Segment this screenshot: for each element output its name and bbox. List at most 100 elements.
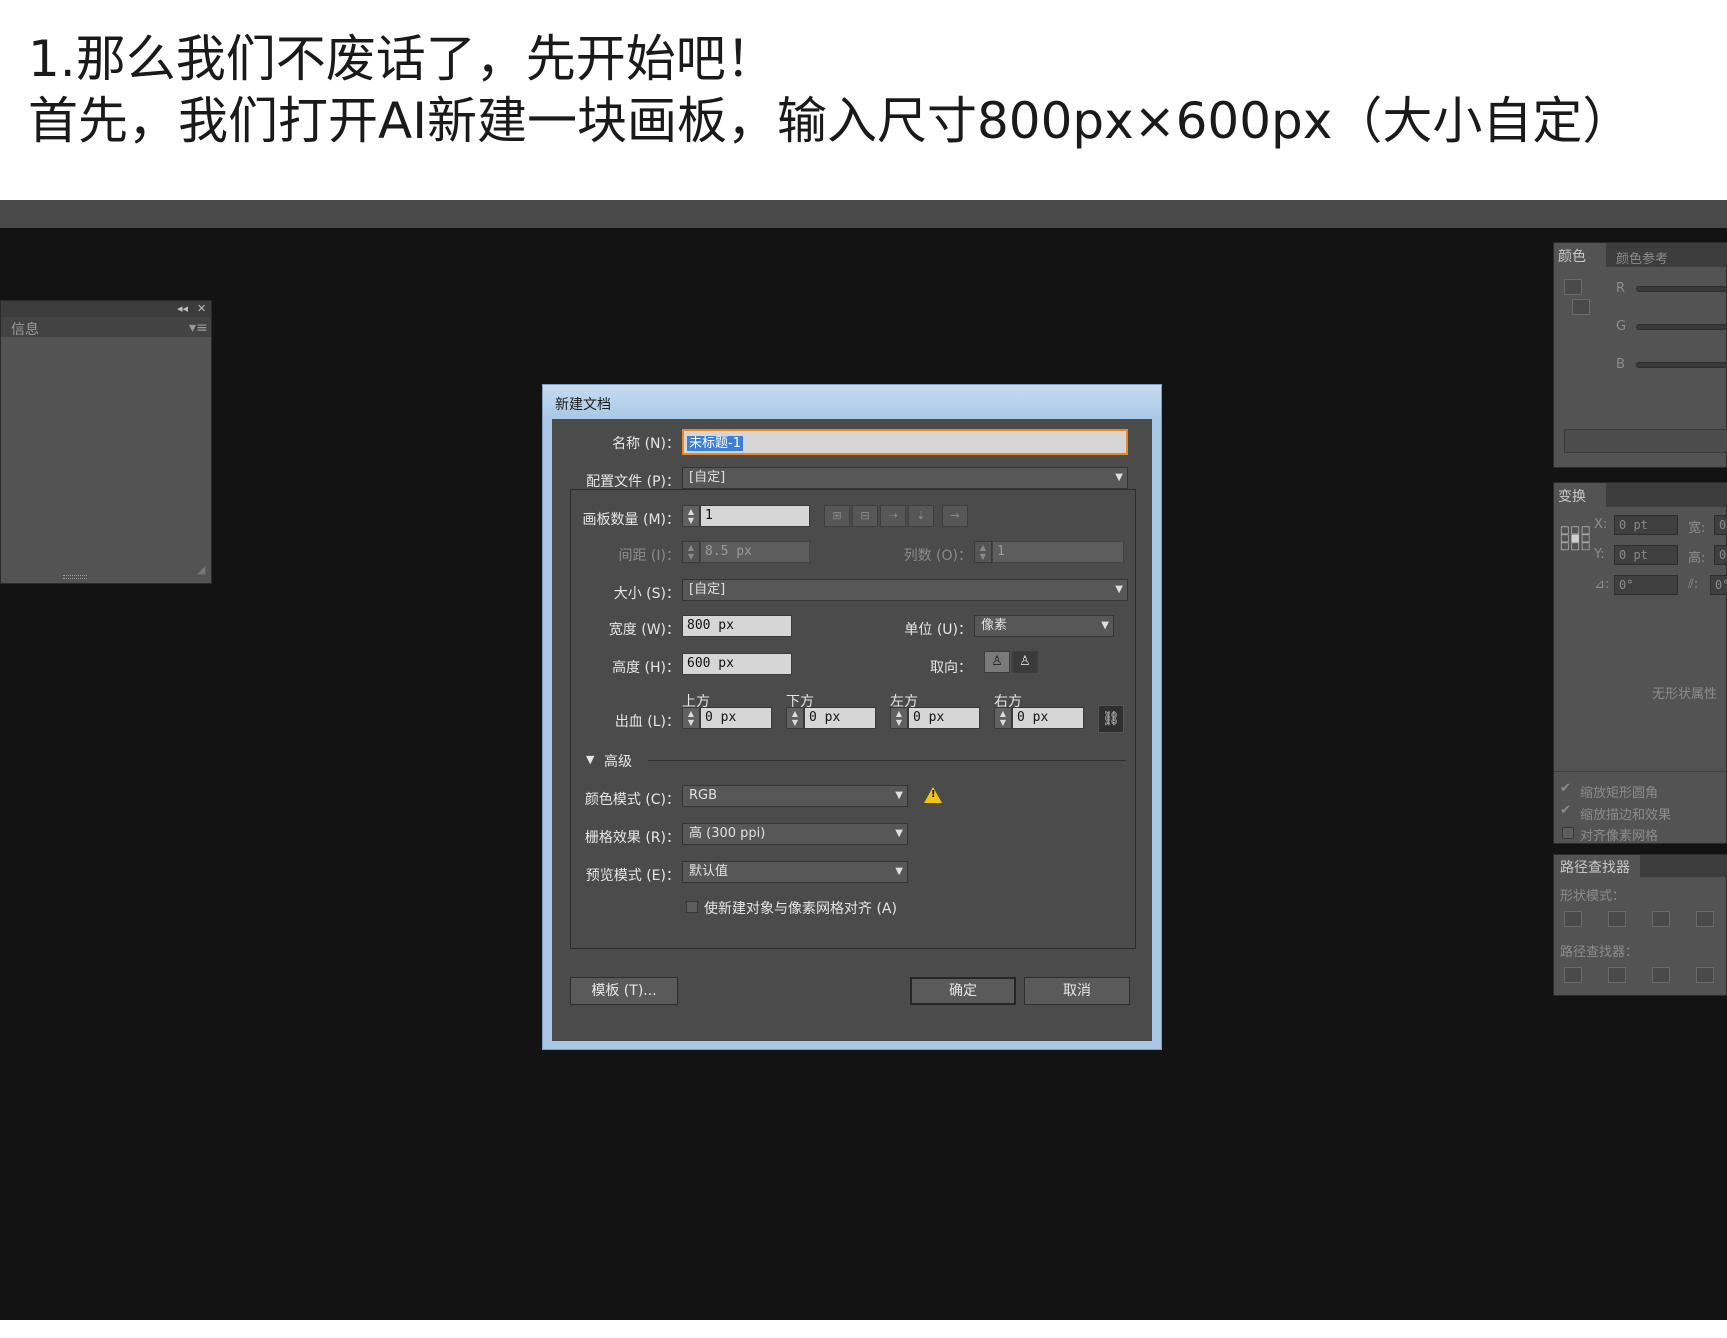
color-mode-dropdown[interactable]: RGB ▼ xyxy=(682,785,908,807)
name-label: 名称 (N)： xyxy=(612,436,680,452)
units-dropdown[interactable]: 像素 ▼ xyxy=(974,615,1114,637)
h-field[interactable]: 0 xyxy=(1714,545,1727,565)
transform-panel: 变换 □□□ □■□ □□□ X: 0 pt 宽: 0 Y: 0 pt 高: 0 ⊿… xyxy=(1553,482,1727,844)
columns-label: 列数 (O)： xyxy=(903,548,972,564)
tab-info-label: 信息 xyxy=(11,322,39,338)
w-field[interactable]: 0 xyxy=(1714,515,1727,535)
templates-button[interactable]: 模板 (T)... xyxy=(570,977,678,1005)
triangle-down-icon[interactable]: ▼ xyxy=(586,753,594,766)
warning-icon: ! xyxy=(924,787,942,803)
close-icon[interactable]: ✕ xyxy=(197,302,206,315)
artboards-field[interactable]: 1 xyxy=(700,505,810,527)
spacing-stepper[interactable]: ▲ ▼ xyxy=(682,541,700,563)
height-field[interactable]: 600 px xyxy=(682,653,792,675)
checkbox-align-pixel-grid[interactable] xyxy=(1562,827,1574,839)
reference-point-icon[interactable]: □□□ □■□ □□□ xyxy=(1560,526,1590,552)
tab-color[interactable]: 颜色 xyxy=(1554,243,1606,267)
bleed-label: 出血 (L)： xyxy=(614,714,680,730)
size-dropdown[interactable]: [自定] ▼ xyxy=(682,579,1128,601)
h-label: 高: xyxy=(1688,551,1706,566)
bleed-top-stepper[interactable]: ▲ ▼ xyxy=(682,707,700,729)
bleed-right-field[interactable]: 0 px xyxy=(1012,707,1084,729)
name-field[interactable]: 未标题-1 xyxy=(682,429,1128,455)
arrange-by-column-icon[interactable]: ⇣ xyxy=(908,505,934,527)
tab-info[interactable]: 信息 ▾≡ xyxy=(1,317,211,338)
merge-icon[interactable] xyxy=(1652,967,1670,983)
intersect-icon[interactable] xyxy=(1652,911,1670,927)
fill-stroke-icon[interactable] xyxy=(1564,279,1582,295)
rotate-field[interactable]: 0° xyxy=(1614,575,1678,595)
checkbox-scale-strokes[interactable]: ✔ xyxy=(1560,803,1571,818)
chevron-down-icon: ▼ xyxy=(895,828,903,839)
grid-by-row-icon[interactable]: ⊞ xyxy=(824,505,850,527)
stroke-swatch-icon[interactable] xyxy=(1572,299,1590,315)
new-document-dialog: 新建文档 名称 (N)： 未标题-1 配置文件 (P)： [自定] ▼ 画板数量… xyxy=(542,384,1162,1050)
orientation-label: 取向： xyxy=(930,660,972,676)
columns-field[interactable]: 1 xyxy=(992,541,1124,563)
panel-menu-icon[interactable]: ▾≡ xyxy=(189,320,208,336)
width-field[interactable]: 800 px xyxy=(682,615,792,637)
tab-transform[interactable]: 变换 xyxy=(1554,483,1606,507)
channel-b-slider[interactable] xyxy=(1636,362,1727,368)
bleed-left-stepper[interactable]: ▲ ▼ xyxy=(890,707,908,729)
advanced-divider xyxy=(648,760,1126,761)
bleed-left-field[interactable]: 0 px xyxy=(908,707,980,729)
scale-strokes-label: 缩放描边和效果 xyxy=(1580,808,1672,823)
advanced-label[interactable]: 高级 xyxy=(604,751,632,771)
pathfinders-label: 路径查找器： xyxy=(1560,945,1639,960)
layout-direction-icon[interactable]: → xyxy=(942,505,968,527)
divide-icon[interactable] xyxy=(1564,967,1582,983)
link-icon[interactable]: ⛓ xyxy=(1098,705,1124,733)
x-field[interactable]: 0 pt xyxy=(1614,515,1678,535)
channel-r-slider[interactable] xyxy=(1636,286,1727,292)
info-panel-header: ◂◂ ✕ xyxy=(1,301,211,317)
divider xyxy=(1554,771,1727,772)
bleed-right-stepper[interactable]: ▲ ▼ xyxy=(994,707,1012,729)
trim-icon[interactable] xyxy=(1608,967,1626,983)
cancel-button[interactable]: 取消 xyxy=(1024,977,1130,1005)
portrait-icon[interactable]: ♙ xyxy=(984,651,1010,673)
caption-line-1: 1.那么我们不废话了，先开始吧！ xyxy=(28,30,776,88)
artboards-label: 画板数量 (M)： xyxy=(582,512,680,528)
resize-grip-icon[interactable] xyxy=(63,575,87,579)
tab-color-guide[interactable]: 颜色参考 xyxy=(1616,248,1668,267)
preview-mode-dropdown[interactable]: 默认值 ▼ xyxy=(682,861,908,883)
profile-label: 配置文件 (P)： xyxy=(586,474,680,490)
y-field[interactable]: 0 pt xyxy=(1614,545,1678,565)
raster-effects-dropdown[interactable]: 高 (300 ppi) ▼ xyxy=(682,823,908,845)
unite-icon[interactable] xyxy=(1564,911,1582,927)
color-mode-label: 颜色模式 (C)： xyxy=(584,792,680,808)
crop-icon[interactable] xyxy=(1696,967,1714,983)
bleed-bottom-stepper[interactable]: ▲ ▼ xyxy=(786,707,804,729)
color-panel-tabs: 颜色 颜色参考 xyxy=(1554,243,1727,267)
dialog-titlebar[interactable]: 新建文档 xyxy=(543,385,1161,419)
x-label: X: xyxy=(1594,517,1608,532)
ok-button[interactable]: 确定 xyxy=(910,977,1016,1005)
tab-transform-label: 变换 xyxy=(1558,489,1586,505)
spacing-field[interactable]: 8.5 px xyxy=(700,541,810,563)
color-spectrum-bar[interactable] xyxy=(1564,429,1727,453)
y-label: Y: xyxy=(1594,547,1605,562)
checkbox-scale-corners[interactable]: ✔ xyxy=(1560,781,1571,796)
channel-g-slider[interactable] xyxy=(1636,324,1727,330)
transform-panel-tabs: 变换 xyxy=(1554,483,1727,507)
color-mode-value: RGB xyxy=(689,788,718,803)
size-value: [自定] xyxy=(689,582,726,597)
profile-dropdown[interactable]: [自定] ▼ xyxy=(682,467,1128,489)
grid-by-column-icon[interactable]: ⊟ xyxy=(852,505,878,527)
corner-resize-icon[interactable]: ◢ xyxy=(197,563,205,576)
arrange-by-row-icon[interactable]: ⇢ xyxy=(880,505,906,527)
artboards-stepper[interactable]: ▲ ▼ xyxy=(682,505,700,527)
tab-pathfinder[interactable]: 路径查找器 xyxy=(1554,855,1640,877)
align-pixel-grid-label: 对齐像素网格 xyxy=(1580,829,1659,844)
align-pixel-grid-checkbox[interactable] xyxy=(686,901,698,913)
exclude-icon[interactable] xyxy=(1696,911,1714,927)
columns-stepper[interactable]: ▲ ▼ xyxy=(974,541,992,563)
bleed-top-field[interactable]: 0 px xyxy=(700,707,772,729)
bleed-bottom-field[interactable]: 0 px xyxy=(804,707,876,729)
landscape-icon[interactable]: ♙ xyxy=(1012,651,1038,673)
shear-field[interactable]: 0° xyxy=(1710,575,1727,595)
minus-front-icon[interactable] xyxy=(1608,911,1626,927)
double-chevron-left-icon[interactable]: ◂◂ xyxy=(177,302,188,315)
raster-effects-value: 高 (300 ppi) xyxy=(689,826,766,841)
